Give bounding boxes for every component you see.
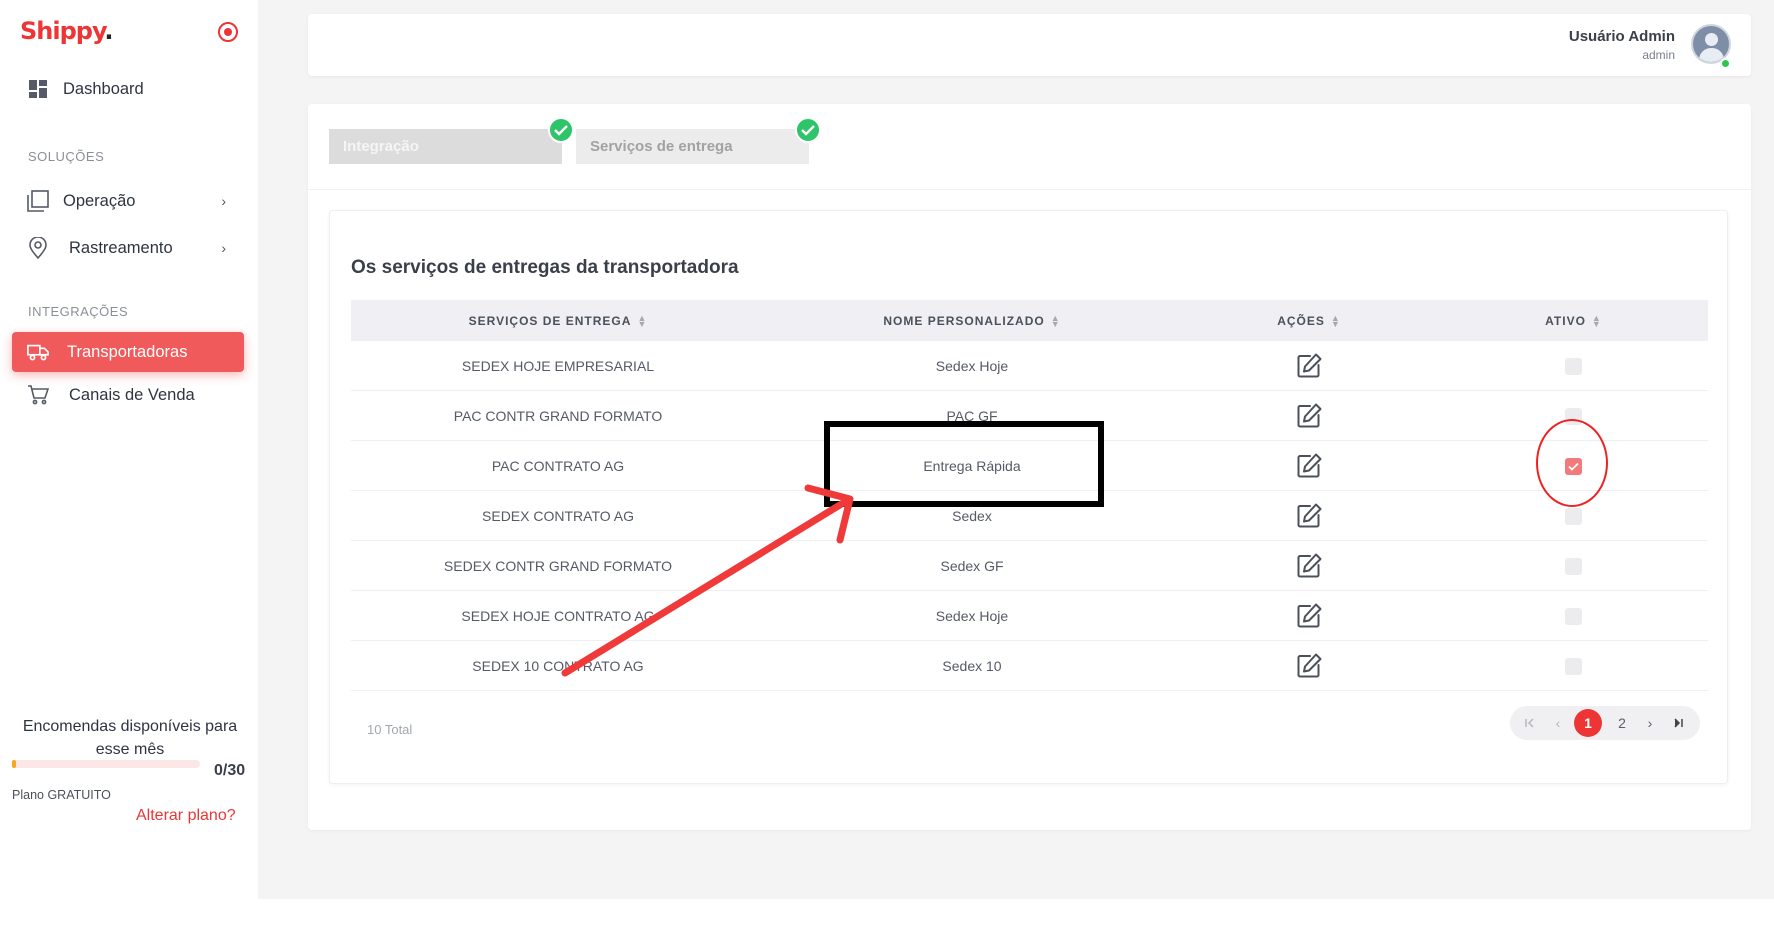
location-pin-icon — [27, 237, 49, 259]
service-name: SEDEX HOJE CONTRATO AG — [461, 608, 655, 624]
custom-name: Sedex Hoje — [935, 608, 1009, 624]
chevron-right-icon: › — [221, 193, 226, 209]
column-header-nome-personalizado[interactable]: NOME PERSONALIZADO ▲ ▼ — [765, 300, 1179, 341]
pagination: ‹ 1 2 › — [1510, 706, 1700, 740]
user-name[interactable]: Usuário Admin — [1569, 28, 1675, 45]
next-page-icon[interactable]: › — [1636, 709, 1664, 737]
sidebar-item-label: Canais de Venda — [69, 385, 195, 404]
active-checkbox[interactable] — [1565, 357, 1582, 375]
sidebar-item-label: Rastreamento — [69, 238, 173, 257]
table-row: SEDEX HOJE CONTRATO AG Sedex Hoje — [351, 591, 1708, 641]
total-count: 10 Total — [367, 722, 413, 737]
table-row: SEDEX CONTR GRAND FORMATO Sedex GF — [351, 541, 1708, 591]
active-checkbox[interactable] — [1565, 507, 1582, 525]
tab-label: Serviços de entrega — [590, 138, 733, 155]
edit-icon[interactable] — [1294, 451, 1324, 481]
column-header-acoes[interactable]: AÇÕES ▲ ▼ — [1179, 300, 1439, 341]
sidebar-item-label: Dashboard — [63, 79, 144, 98]
sidebar-item-rastreamento[interactable]: Rastreamento › — [12, 228, 244, 268]
column-header-ativo[interactable]: ATIVO ▲ ▼ — [1439, 300, 1708, 341]
table-row: SEDEX 10 CONTRATO AG Sedex 10 — [351, 641, 1708, 691]
check-icon — [795, 117, 821, 143]
cart-icon — [27, 384, 49, 406]
sidebar-toggle-icon[interactable] — [218, 22, 238, 42]
sort-icon: ▲ ▼ — [1330, 312, 1341, 329]
quota-progress-fill — [12, 760, 17, 768]
custom-name: Sedex Hoje — [935, 358, 1009, 374]
top-header: Usuário Admin admin — [308, 14, 1751, 76]
service-name: SEDEX CONTRATO AG — [482, 508, 634, 524]
section-label-solutions: SOLUÇÕES — [28, 149, 105, 164]
change-plan-link[interactable]: Alterar plano? — [136, 807, 236, 825]
edit-icon[interactable] — [1294, 651, 1324, 681]
tab-label: Integração — [343, 138, 419, 155]
check-icon — [548, 117, 574, 143]
edit-icon[interactable] — [1294, 551, 1324, 581]
brand-logo[interactable]: Shippy. — [20, 17, 114, 45]
service-name: SEDEX HOJE EMPRESARIAL — [461, 358, 655, 374]
quota-count: 0/30 — [214, 762, 246, 779]
custom-name: Sedex 10 — [942, 658, 1002, 674]
first-page-icon[interactable] — [1516, 709, 1544, 737]
tab-servicos-de-entrega[interactable]: Serviços de entrega — [576, 117, 821, 164]
custom-name: Sedex GF — [940, 558, 1004, 574]
active-checkbox[interactable] — [1565, 607, 1582, 625]
bottom-strip — [0, 899, 1774, 931]
copy-icon — [27, 190, 49, 212]
edit-icon[interactable] — [1294, 401, 1324, 431]
edit-icon[interactable] — [1294, 601, 1324, 631]
divider — [308, 189, 1751, 190]
sidebar-item-transportadoras[interactable]: Transportadoras — [12, 332, 244, 372]
plan-label: Plano GRATUITO — [12, 788, 111, 802]
column-header-servicos[interactable]: SERVIÇOS DE ENTREGA ▲ ▼ — [351, 300, 765, 341]
truck-icon — [27, 341, 49, 363]
sidebar-item-canais[interactable]: Canais de Venda — [12, 375, 244, 415]
chevron-right-icon: › — [221, 240, 226, 256]
quota-progress-bar — [12, 760, 200, 768]
table-header: SERVIÇOS DE ENTREGA ▲ ▼ NOME PERSONALIZADO… — [351, 300, 1708, 341]
page-button-2[interactable]: 2 — [1608, 709, 1636, 737]
sort-icon: ▲ ▼ — [637, 312, 648, 329]
section-label-integrations: INTEGRAÇÕES — [28, 304, 129, 319]
section-title: Os serviços de entregas da transportador… — [351, 257, 739, 278]
annotation-circle — [1536, 419, 1608, 507]
service-name: PAC CONTR GRAND FORMATO — [453, 408, 663, 424]
edit-icon[interactable] — [1294, 501, 1324, 531]
sidebar: Shippy. Dashboard SOLUÇÕES Operação › Ra… — [0, 0, 258, 899]
edit-icon[interactable] — [1294, 351, 1324, 381]
service-name: SEDEX 10 CONTRATO AG — [472, 658, 644, 674]
sidebar-item-label: Operação — [63, 191, 136, 210]
tab-integracao[interactable]: Integração — [329, 117, 574, 164]
table-row: SEDEX HOJE EMPRESARIAL Sedex Hoje — [351, 341, 1708, 391]
online-status-dot — [1720, 58, 1731, 69]
sidebar-item-dashboard[interactable]: Dashboard — [12, 69, 244, 109]
sidebar-item-operacao[interactable]: Operação › — [12, 181, 244, 221]
quota-label: Encomendas disponíveis para esse mês — [22, 718, 238, 758]
sort-icon: ▲ ▼ — [1050, 312, 1061, 329]
sort-icon: ▲ ▼ — [1591, 312, 1602, 329]
sidebar-item-label: Transportadoras — [67, 342, 188, 361]
prev-page-icon[interactable]: ‹ — [1544, 709, 1572, 737]
user-role: admin — [1642, 48, 1675, 62]
page-button-1[interactable]: 1 — [1574, 709, 1602, 737]
active-checkbox[interactable] — [1565, 657, 1582, 675]
last-page-icon[interactable] — [1664, 709, 1692, 737]
service-name: PAC CONTRATO AG — [491, 458, 625, 474]
active-checkbox[interactable] — [1565, 557, 1582, 575]
annotation-rectangle — [824, 421, 1104, 507]
service-name: SEDEX CONTR GRAND FORMATO — [443, 558, 673, 574]
dashboard-icon — [27, 78, 49, 100]
